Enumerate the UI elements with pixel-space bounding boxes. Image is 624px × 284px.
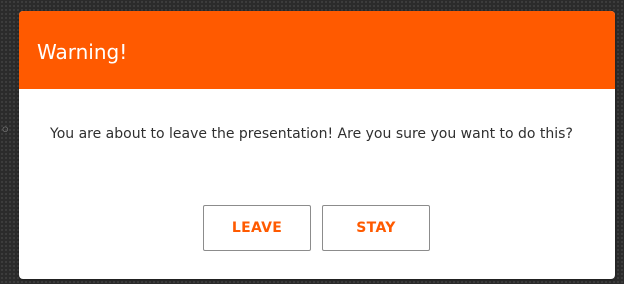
dialog-message: You are about to leave the presentation!… [50,126,573,142]
warning-dialog: Warning! You are about to leave the pres… [19,11,615,279]
dialog-header: Warning! [19,11,615,89]
dialog-actions: LEAVE STAY [203,205,431,251]
backdrop-partial-glyph: ◦ [0,120,11,141]
leave-button[interactable]: LEAVE [203,205,311,251]
stay-button[interactable]: STAY [322,205,430,251]
dialog-title: Warning! [37,40,128,64]
